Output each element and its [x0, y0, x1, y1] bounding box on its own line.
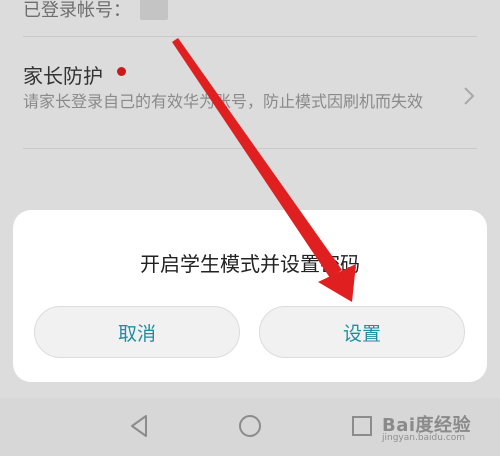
divider: [23, 148, 477, 149]
watermark-url: jingyan.baidu.com: [382, 433, 466, 443]
chevron-right-icon: [464, 87, 475, 105]
parental-protection-title: 家长防护: [23, 64, 103, 88]
parental-protection-description: 请家长登录自己的有效华为账号，防止模式因刷机而失效: [23, 92, 424, 111]
settings-screen: 已登录帐号： 家长防护 请家长登录自己的有效华为账号，防止模式因刷机而失效 开启…: [0, 0, 500, 456]
set-button[interactable]: 设置: [259, 306, 465, 358]
set-password-dialog: 开启学生模式并设置密码 取消 设置: [13, 210, 487, 382]
logged-account-label: 已登录帐号：: [23, 0, 131, 21]
recents-icon[interactable]: [348, 412, 376, 440]
account-value-blurred: [140, 0, 168, 20]
home-icon[interactable]: [236, 412, 264, 440]
dialog-title: 开启学生模式并设置密码: [140, 252, 360, 276]
divider: [23, 36, 477, 37]
new-badge-dot: [117, 67, 126, 76]
cancel-button[interactable]: 取消: [34, 306, 240, 358]
back-icon[interactable]: [126, 412, 154, 440]
logged-account-row[interactable]: 已登录帐号：: [0, 0, 500, 36]
